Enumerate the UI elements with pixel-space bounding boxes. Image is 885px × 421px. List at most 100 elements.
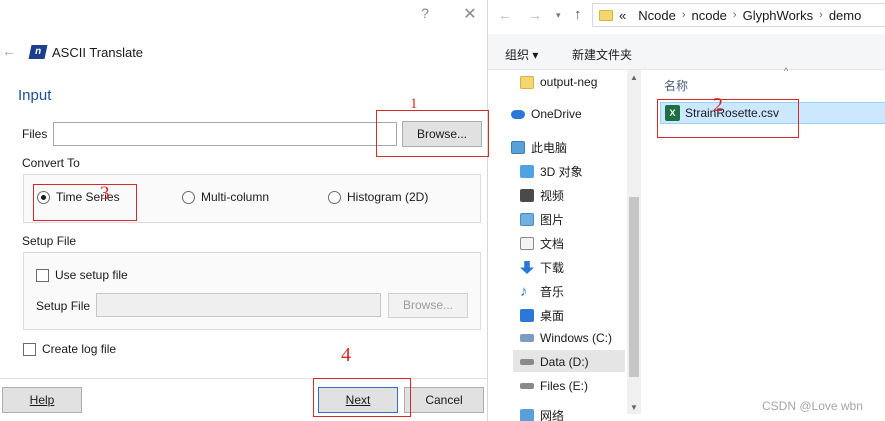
setup-file-field-label: Setup File bbox=[36, 299, 91, 313]
annotation-box-3 bbox=[33, 184, 137, 221]
cloud-icon bbox=[511, 109, 525, 119]
convert-to-label: Convert To bbox=[22, 156, 80, 170]
nav-item-label: Data (D:) bbox=[540, 355, 589, 369]
nav-item-drive-c[interactable]: Windows (C:) bbox=[520, 331, 612, 345]
video-icon bbox=[520, 189, 534, 202]
ncode-logo-icon: n bbox=[28, 45, 48, 59]
files-input[interactable] bbox=[53, 122, 397, 146]
close-button[interactable]: ✕ bbox=[460, 4, 480, 24]
breadcrumb-separator: › bbox=[732, 9, 737, 21]
breadcrumb-separator: › bbox=[681, 9, 686, 21]
document-icon bbox=[520, 237, 534, 250]
radio-histogram[interactable]: Histogram (2D) bbox=[328, 190, 428, 204]
setup-file-section-label: Setup File bbox=[22, 234, 77, 248]
radio-label: Histogram (2D) bbox=[347, 190, 429, 204]
nav-item-drive-d[interactable]: Data (D:) bbox=[520, 355, 589, 369]
computer-icon bbox=[511, 141, 525, 154]
folder-icon bbox=[599, 9, 613, 21]
folder-icon bbox=[520, 75, 534, 89]
setup-file-group bbox=[23, 252, 481, 330]
checkbox-label: Create log file bbox=[42, 342, 117, 356]
nav-item-documents[interactable]: 文档 bbox=[520, 235, 564, 252]
nav-item-3d-objects[interactable]: 3D 对象 bbox=[520, 163, 583, 180]
annotation-number-1: 1 bbox=[410, 96, 418, 112]
nav-item-output-neg[interactable]: output-neg bbox=[520, 75, 597, 89]
drive-icon bbox=[520, 359, 534, 365]
address-bar[interactable]: « Ncode › ncode › GlyphWorks › demo bbox=[592, 3, 885, 27]
annotation-number-2: 2 bbox=[713, 94, 723, 116]
setup-browse-button: Browse... bbox=[388, 293, 468, 318]
nav-item-label: 此电脑 bbox=[531, 141, 568, 155]
annotation-box-1 bbox=[376, 110, 489, 157]
nav-item-label: 网络 bbox=[540, 409, 565, 421]
nav-item-label: 视频 bbox=[540, 189, 565, 203]
dialog-title: ASCII Translate bbox=[52, 45, 144, 60]
desktop-icon bbox=[520, 309, 534, 322]
breadcrumb-item[interactable]: Ncode bbox=[638, 8, 676, 23]
nav-item-label: 图片 bbox=[540, 213, 565, 227]
network-icon bbox=[520, 409, 534, 421]
help-button-label: Help bbox=[29, 393, 55, 407]
back-icon[interactable]: ← bbox=[498, 7, 512, 23]
nav-item-network[interactable]: 网络 bbox=[520, 407, 564, 421]
command-bar bbox=[488, 34, 885, 70]
checkbox-label: Use setup file bbox=[55, 268, 128, 282]
nav-item-label: 音乐 bbox=[540, 285, 565, 299]
create-log-file-checkbox[interactable]: Create log file bbox=[23, 342, 116, 356]
nav-item-music[interactable]: ♪ 音乐 bbox=[520, 283, 564, 300]
files-label: Files bbox=[22, 127, 48, 141]
annotation-number-4: 4 bbox=[341, 344, 351, 366]
radio-unchecked-icon[interactable] bbox=[328, 190, 341, 204]
checkbox-icon[interactable] bbox=[36, 268, 49, 282]
radio-label: Multi-column bbox=[201, 190, 270, 204]
download-icon bbox=[520, 261, 534, 274]
radio-unchecked-icon[interactable] bbox=[182, 190, 195, 204]
use-setup-file-checkbox[interactable]: Use setup file bbox=[36, 268, 128, 282]
section-title-input: Input bbox=[18, 87, 52, 104]
breadcrumb-item[interactable]: demo bbox=[829, 8, 862, 23]
nav-item-label: 桌面 bbox=[540, 309, 565, 323]
help-question-button[interactable]: ? bbox=[415, 5, 435, 21]
nav-item-label: 3D 对象 bbox=[540, 165, 583, 179]
cancel-button[interactable]: Cancel bbox=[404, 387, 484, 413]
cube-icon bbox=[520, 165, 534, 178]
setup-file-input bbox=[96, 293, 381, 317]
footer-divider bbox=[0, 378, 487, 379]
column-header-name[interactable]: 名称 bbox=[664, 77, 688, 94]
nav-item-this-pc[interactable]: 此电脑 bbox=[511, 139, 567, 156]
watermark: CSDN @Love wbn bbox=[762, 399, 863, 413]
annotation-number-3: 3 bbox=[100, 183, 110, 204]
breadcrumb-overflow[interactable]: « bbox=[619, 8, 626, 23]
navigation-bar: ← → ▾ ↑ « Ncode › ncode › GlyphWorks › d… bbox=[488, 0, 885, 32]
nav-item-label: OneDrive bbox=[531, 107, 582, 121]
annotation-box-4 bbox=[313, 378, 411, 417]
scroll-up-arrow-icon[interactable]: ▲ bbox=[630, 73, 638, 82]
nav-item-videos[interactable]: 视频 bbox=[520, 187, 564, 204]
scroll-down-arrow-icon[interactable]: ▼ bbox=[630, 403, 638, 412]
nav-item-desktop[interactable]: 桌面 bbox=[520, 307, 564, 324]
music-icon: ♪ bbox=[520, 283, 528, 300]
nav-pane-scrollbar-thumb[interactable] bbox=[629, 197, 639, 377]
nav-item-onedrive[interactable]: OneDrive bbox=[511, 107, 582, 121]
recent-locations-chevron-icon[interactable]: ▾ bbox=[556, 10, 561, 21]
forward-icon[interactable]: → bbox=[528, 7, 542, 23]
back-arrow-icon[interactable]: ← bbox=[2, 43, 16, 59]
nav-item-label: 文档 bbox=[540, 237, 565, 251]
nav-item-label: Files (E:) bbox=[540, 379, 588, 393]
nav-item-label: 下载 bbox=[540, 261, 565, 275]
help-button[interactable]: Help bbox=[2, 387, 82, 413]
nav-item-pictures[interactable]: 图片 bbox=[520, 211, 564, 228]
checkbox-icon[interactable] bbox=[23, 342, 36, 356]
radio-multi-column[interactable]: Multi-column bbox=[182, 190, 269, 204]
nav-item-drive-e[interactable]: Files (E:) bbox=[520, 379, 588, 393]
drive-icon bbox=[520, 383, 534, 389]
breadcrumb-separator: › bbox=[819, 9, 823, 21]
breadcrumb-item[interactable]: GlyphWorks bbox=[743, 8, 814, 23]
new-folder-button[interactable]: 新建文件夹 bbox=[572, 46, 632, 63]
drive-icon bbox=[520, 334, 534, 342]
organize-button[interactable]: 组织 ▾ bbox=[505, 46, 538, 63]
nav-item-downloads[interactable]: 下载 bbox=[520, 259, 564, 276]
picture-icon bbox=[520, 213, 534, 226]
up-arrow-icon[interactable]: ↑ bbox=[574, 6, 582, 23]
breadcrumb-item[interactable]: ncode bbox=[691, 8, 726, 23]
